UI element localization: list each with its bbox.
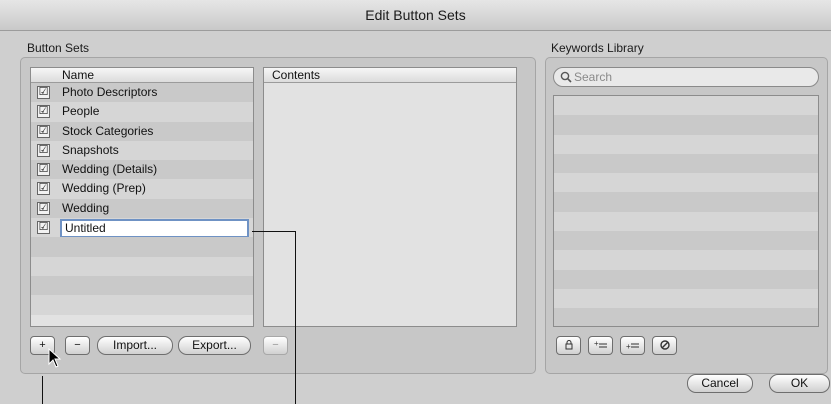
button-set-name: Snapshots	[62, 142, 119, 157]
keywords-library-list[interactable]	[553, 95, 819, 327]
ok-button[interactable]: OK	[769, 374, 830, 393]
keyword-row	[554, 269, 818, 289]
lock-icon[interactable]	[556, 336, 581, 355]
button-set-row[interactable]: ☑ People	[31, 102, 253, 122]
cancel-button[interactable]: Cancel	[687, 374, 753, 393]
button-sets-table[interactable]: Name ☑ Photo Descriptors ☑ People ☑ Stock Cat…	[30, 67, 254, 327]
keyword-row	[554, 115, 818, 135]
enable-checkbox[interactable]: ☑	[37, 86, 50, 99]
svg-text:+: +	[626, 342, 631, 351]
window-title: Edit Button Sets	[365, 7, 466, 23]
button-set-name: Wedding	[62, 200, 110, 215]
keywords-library-label: Keywords Library	[551, 41, 644, 55]
button-set-name: Stock Categories	[62, 123, 154, 138]
import-button[interactable]: Import...	[97, 336, 173, 355]
add-subkeyword-icon[interactable]: +	[620, 336, 645, 355]
button-set-row[interactable]: ☑ Wedding (Prep)	[31, 179, 253, 199]
button-set-row[interactable]: ☑ Untitled	[31, 218, 253, 239]
empty-row	[31, 237, 253, 257]
empty-row	[31, 295, 253, 315]
button-set-row[interactable]: ☑ Snapshots	[31, 140, 253, 161]
enable-checkbox[interactable]: ☑	[37, 143, 50, 157]
button-set-row[interactable]: ☑ Photo Descriptors	[31, 83, 253, 103]
empty-row	[31, 275, 253, 296]
button-set-name: People	[62, 104, 100, 119]
svg-text:+: +	[594, 339, 599, 348]
contents-column-header[interactable]: Contents	[272, 68, 320, 82]
enable-checkbox[interactable]: ☑	[37, 163, 50, 177]
enable-checkbox[interactable]: ☑	[37, 182, 50, 196]
button-set-name: Wedding (Details)	[62, 162, 158, 177]
button-set-row[interactable]: ☑ Wedding	[31, 198, 253, 219]
callout-line-add	[42, 376, 43, 404]
keyword-row	[554, 308, 818, 326]
contents-table[interactable]: Contents	[263, 67, 517, 327]
remove-keyword-icon[interactable]	[652, 336, 677, 355]
enable-checkbox[interactable]: ☑	[37, 124, 50, 138]
enable-checkbox[interactable]: ☑	[37, 105, 50, 119]
search-placeholder: Search	[574, 70, 613, 84]
button-set-name: Wedding (Prep)	[62, 181, 146, 196]
add-keyword-icon[interactable]: +	[588, 336, 613, 355]
button-sets-label: Button Sets	[27, 41, 90, 55]
button-set-row[interactable]: ☑ Stock Categories	[31, 121, 253, 141]
keyword-row	[554, 211, 818, 232]
remove-button-set-button[interactable]: −	[65, 336, 90, 355]
export-button[interactable]: Export...	[178, 336, 251, 355]
keyword-row	[554, 250, 818, 270]
button-sets-list: ☑ Photo Descriptors ☑ People ☑ Stock Categori…	[31, 83, 253, 315]
mouse-cursor-icon	[48, 348, 62, 368]
keyword-rows	[554, 96, 818, 326]
keyword-row	[554, 288, 818, 309]
keyword-row	[554, 153, 818, 174]
keyword-row	[554, 134, 818, 154]
button-set-name: Photo Descriptors	[62, 85, 158, 99]
name-column-header[interactable]: Name	[62, 68, 94, 82]
callout-line-untitled-vertical	[295, 231, 296, 404]
window-title-bar: Edit Button Sets	[0, 0, 831, 31]
enable-checkbox[interactable]: ☑	[37, 201, 50, 215]
keyword-search-field[interactable]: Search	[553, 67, 819, 87]
search-icon	[560, 71, 572, 83]
enable-checkbox[interactable]: ☑	[37, 221, 50, 235]
callout-line-untitled-horizontal	[252, 231, 296, 232]
button-set-name-editor[interactable]: Untitled	[60, 219, 249, 239]
contents-header: Contents	[264, 68, 516, 83]
empty-row	[31, 256, 253, 276]
keyword-row	[554, 192, 818, 212]
keyword-row	[554, 173, 818, 193]
remove-contents-button[interactable]: −	[263, 336, 288, 355]
keyword-row	[554, 231, 818, 251]
keyword-row	[554, 96, 818, 116]
button-set-row[interactable]: ☑ Wedding (Details)	[31, 160, 253, 180]
button-sets-header: Name	[31, 68, 253, 83]
